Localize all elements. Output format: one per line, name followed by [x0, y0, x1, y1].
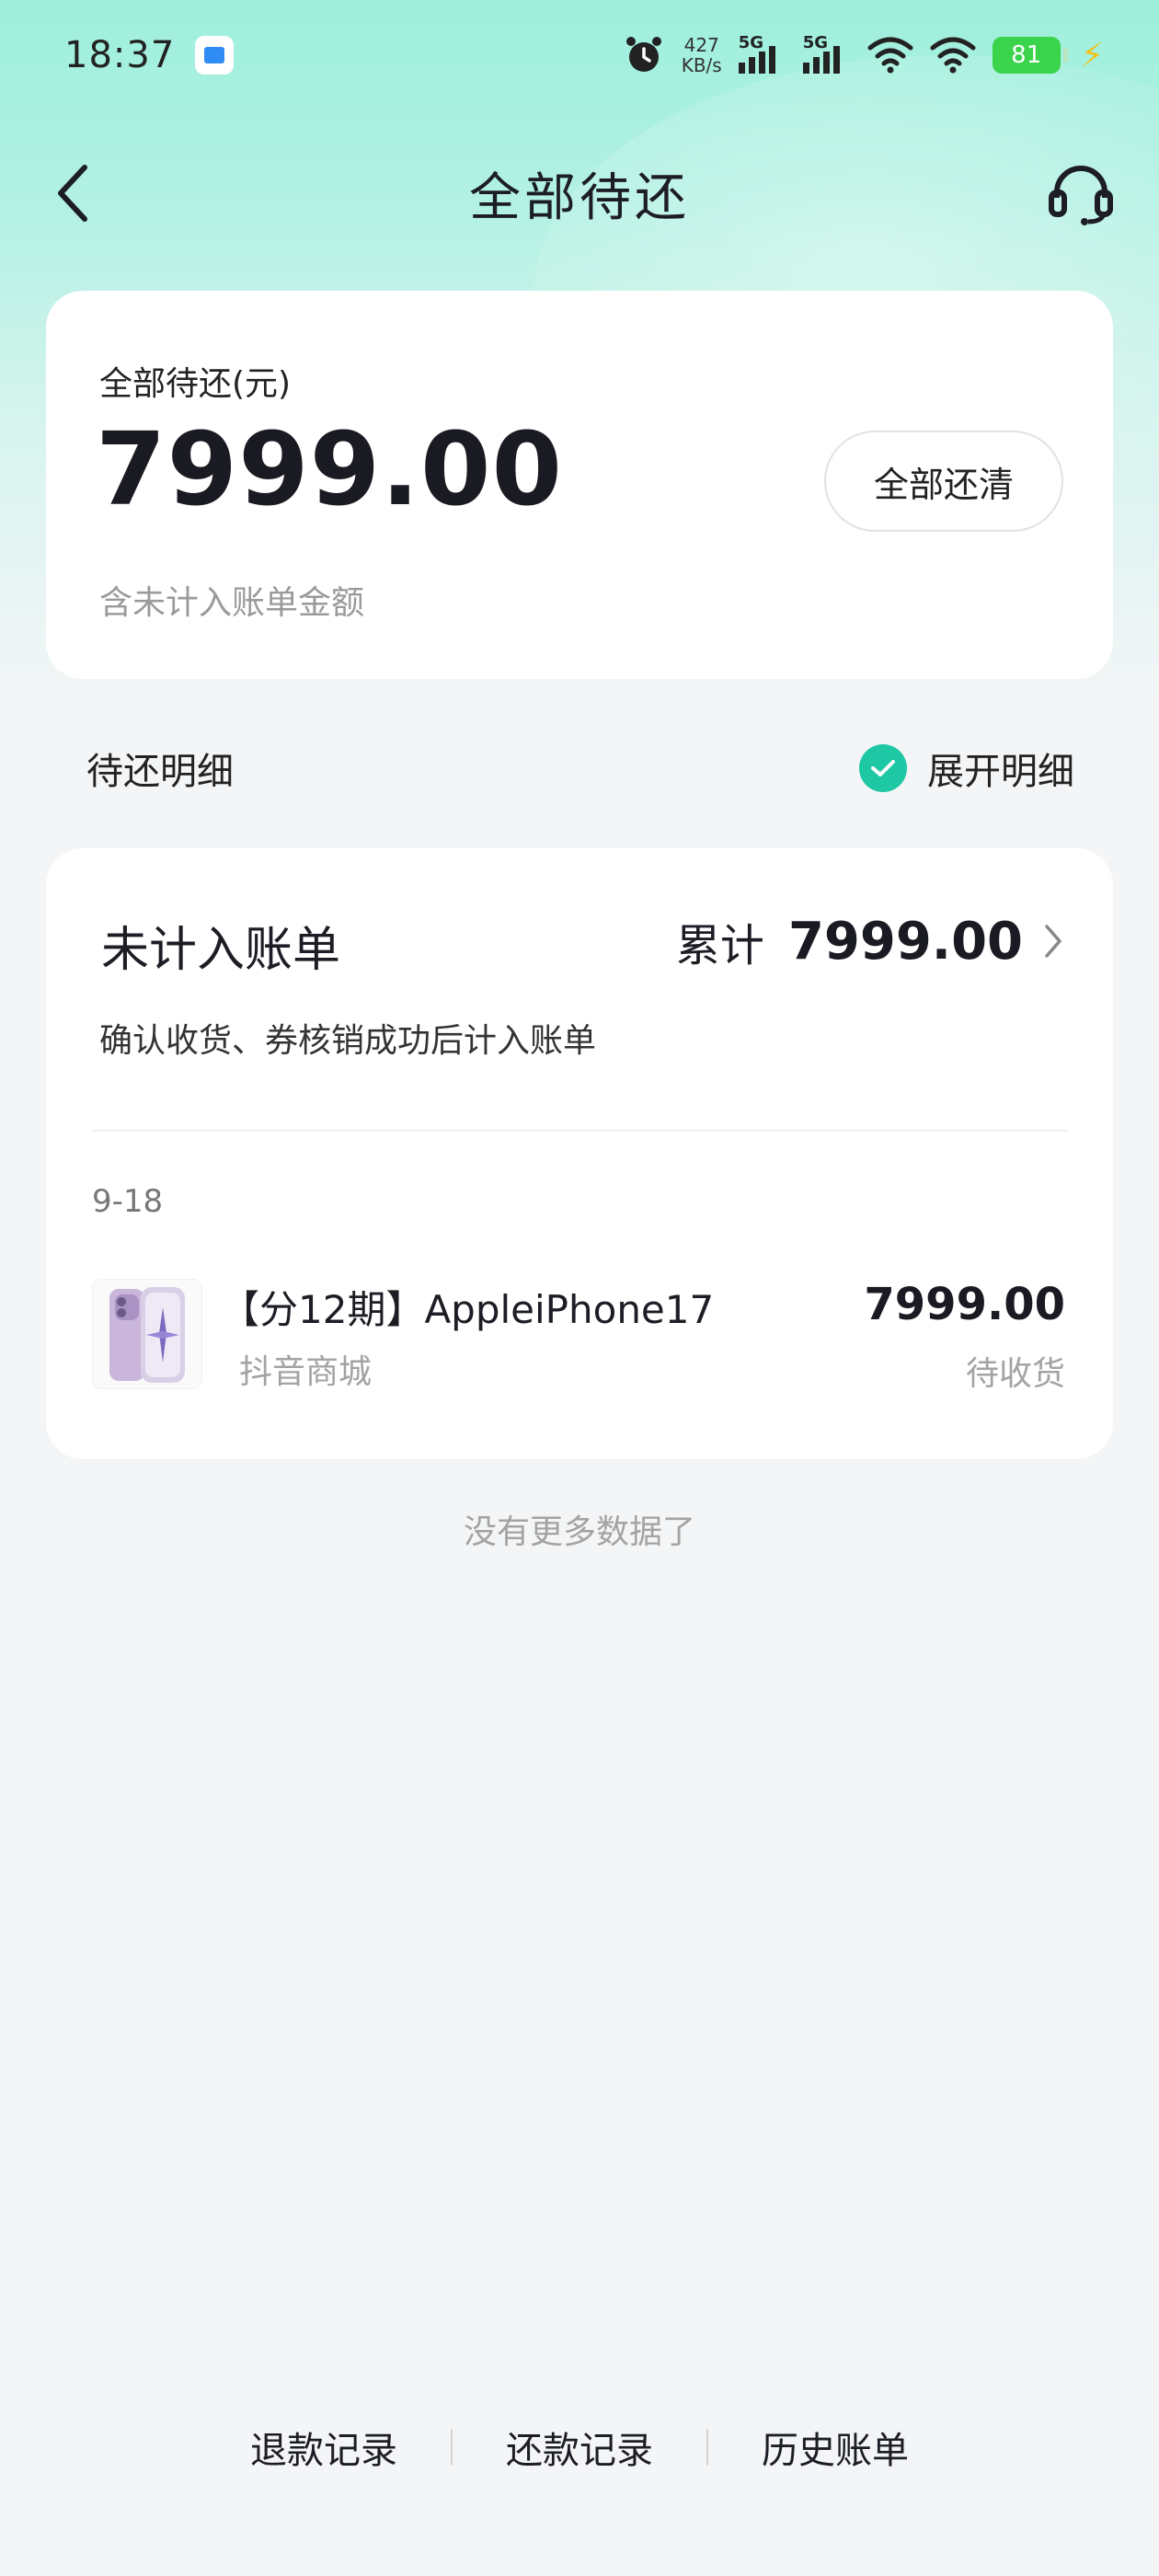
total-due-note: 含未计入账单金额 [99, 584, 365, 622]
no-more-data-text: 没有更多数据了 [463, 1513, 695, 1551]
page-title: 全部待还 [469, 167, 690, 228]
pay-all-button[interactable]: 全部还清 [824, 431, 1063, 532]
expand-details-toggle[interactable]: 展开明细 [859, 742, 1074, 795]
notification-app-icon [195, 36, 235, 75]
customer-service-button[interactable] [1039, 156, 1122, 230]
check-icon [859, 744, 907, 792]
details-title: 待还明细 [86, 751, 234, 793]
order-date: 9-18 [92, 1183, 164, 1220]
order-item[interactable]: 【分12期】AppleiPhone17 抖音商城 7999.00 待收货 [92, 1279, 1065, 1398]
signal-1-label: 5G [738, 33, 764, 52]
unbilled-card: 未计入账单 累计 7999.00 确认收货、券核销成功后计入账单 9-18 【分… [46, 848, 1113, 1459]
divider [92, 1130, 1067, 1132]
signal-icon: 5G [802, 33, 851, 74]
signal-icon: 5G [738, 33, 786, 74]
product-thumbnail [92, 1279, 202, 1389]
charging-bolt-icon: ⚡ [1080, 36, 1104, 75]
bottom-links: 退款记录 还款记录 历史账单 [0, 2410, 1159, 2484]
refund-records-link[interactable]: 退款记录 [197, 2421, 451, 2474]
chevron-right-icon [1045, 925, 1061, 958]
status-bar: 18:37 427 KB/s 5G 5G 81 ⚡ [0, 0, 1159, 110]
top-navigation: 全部待还 [0, 138, 1159, 248]
unbilled-title: 未计入账单 [101, 923, 341, 978]
network-speed-unit: KB/s [681, 54, 722, 76]
repayment-records-link[interactable]: 还款记录 [453, 2421, 706, 2474]
history-bills-link[interactable]: 历史账单 [708, 2421, 962, 2474]
headset-icon [1049, 166, 1113, 225]
status-icons: 427 KB/s 5G 5G 81 ⚡ [623, 33, 1104, 76]
chevron-left-icon [58, 165, 87, 222]
total-due-card: 全部待还(元) 7999.00 含未计入账单金额 全部还清 [46, 291, 1113, 679]
total-due-amount: 7999.00 [96, 410, 564, 528]
wifi-icon [867, 37, 913, 74]
unbilled-description: 确认收货、券核销成功后计入账单 [99, 1022, 597, 1060]
order-status: 待收货 [965, 1355, 1065, 1393]
network-speed: 427 KB/s [682, 35, 722, 75]
battery-indicator: 81 [992, 37, 1068, 74]
product-name: 【分12期】AppleiPhone17 [221, 1287, 715, 1332]
unbilled-total-label: 累计 [675, 920, 764, 972]
unbilled-total-value: 7999.00 [787, 911, 1023, 972]
unbilled-total-link[interactable]: 累计 7999.00 [676, 909, 1063, 973]
network-speed-value: 427 [683, 34, 719, 56]
signal-2-label: 5G [802, 33, 829, 52]
order-amount: 7999.00 [864, 1279, 1065, 1330]
expand-details-label: 展开明细 [927, 751, 1074, 793]
back-button[interactable] [37, 156, 110, 230]
total-due-label: 全部待还(元) [99, 365, 292, 403]
details-section-header: 待还明细 展开明细 [0, 727, 1159, 810]
status-time: 18:37 [64, 34, 176, 76]
wifi-icon [930, 37, 976, 74]
alarm-icon [625, 37, 661, 72]
shop-name: 抖音商城 [239, 1353, 373, 1391]
